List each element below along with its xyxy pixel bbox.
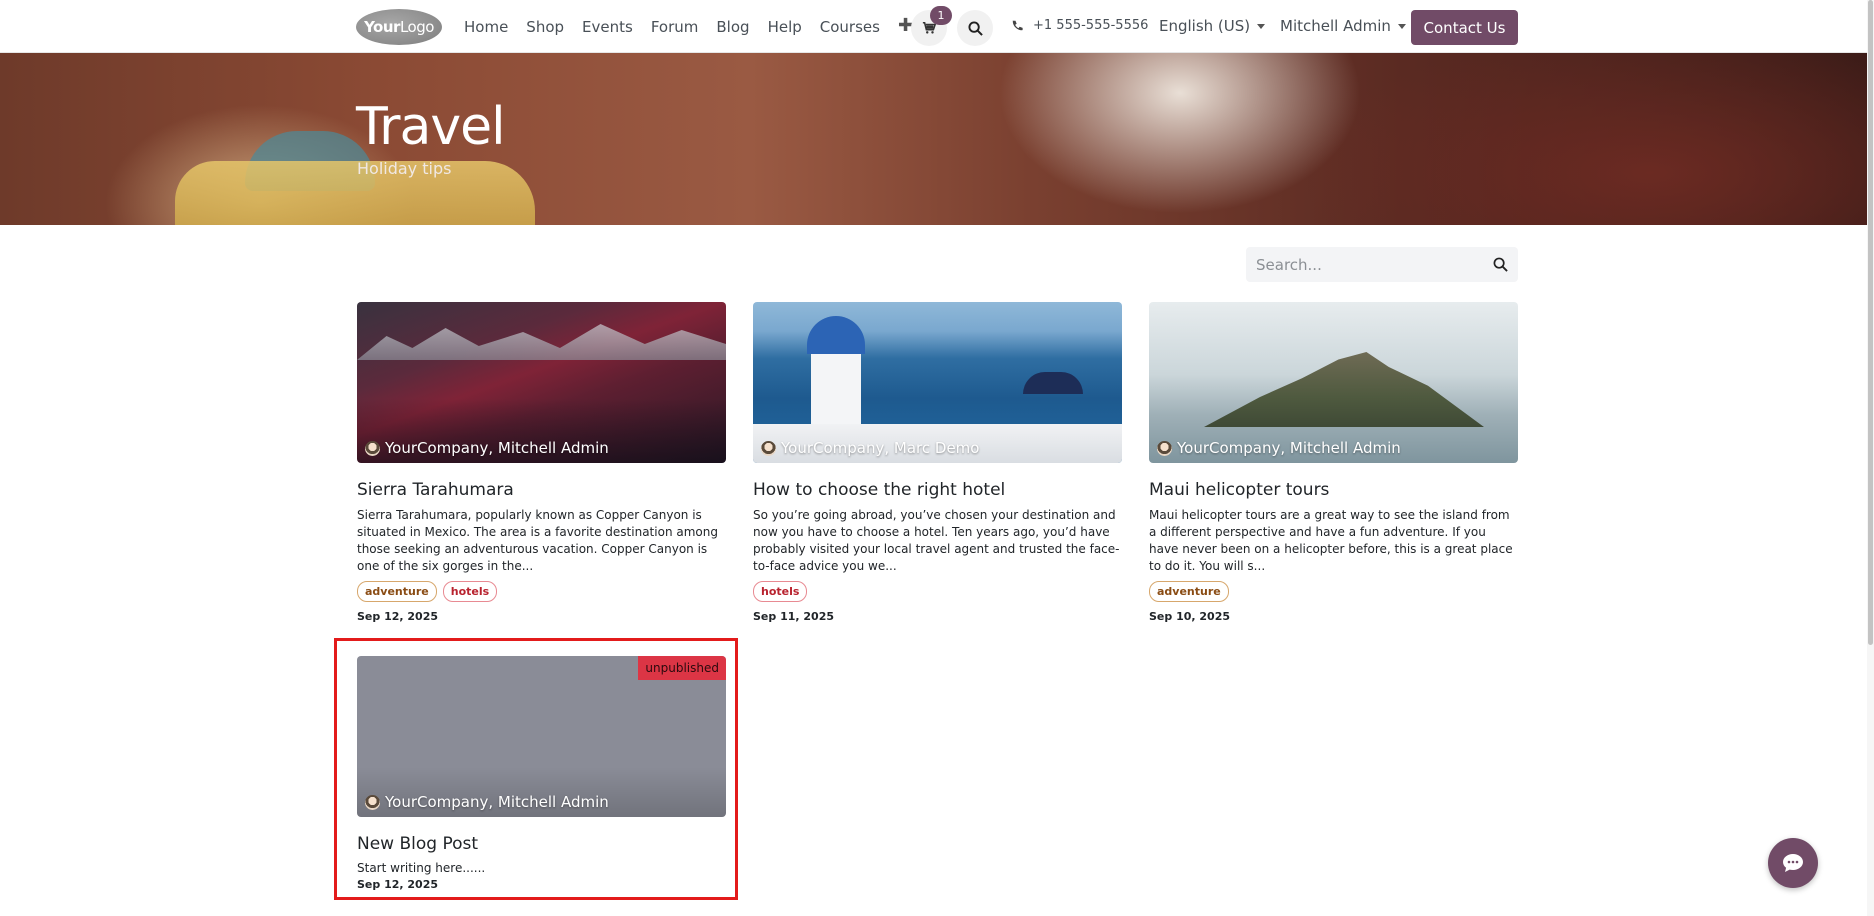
nav-events[interactable]: Events bbox=[582, 17, 633, 37]
page-scrollbar-thumb[interactable] bbox=[1868, 0, 1873, 645]
post-author: YourCompany, Mitchell Admin bbox=[365, 439, 609, 457]
chat-icon bbox=[1783, 854, 1803, 872]
post-excerpt: Start writing here...... bbox=[357, 861, 486, 875]
nav-home[interactable]: Home bbox=[464, 17, 508, 37]
chevron-down-icon bbox=[1397, 23, 1406, 29]
post-title[interactable]: Sierra Tarahumara bbox=[357, 480, 726, 500]
avatar bbox=[365, 440, 380, 456]
nav-courses[interactable]: Courses bbox=[820, 17, 880, 37]
post-cover-image[interactable]: YourCompany, Mitchell Admin bbox=[1149, 302, 1518, 463]
cover-decoration bbox=[357, 324, 726, 360]
tag-adventure[interactable]: adventure bbox=[1149, 581, 1229, 602]
post-cover-image[interactable]: YourCompany, Marc Demo bbox=[753, 302, 1122, 463]
post-author: YourCompany, Mitchell Admin bbox=[1157, 439, 1401, 457]
post-excerpt: So you’re going abroad, you’ve chosen yo… bbox=[753, 508, 1120, 573]
contact-us-button[interactable]: Contact Us bbox=[1411, 10, 1518, 45]
cart-count-badge: 1 bbox=[930, 6, 952, 25]
post-tags: adventure hotels bbox=[357, 581, 726, 602]
blog-post-card[interactable]: YourCompany, Mitchell Admin Sierra Tarah… bbox=[357, 302, 726, 623]
tag-hotels[interactable]: hotels bbox=[753, 581, 808, 602]
blog-post-card[interactable]: YourCompany, Mitchell Admin Maui helicop… bbox=[1149, 302, 1518, 623]
cover-decoration bbox=[1204, 352, 1484, 427]
main-nav: Home Shop Events Forum Blog Help Courses… bbox=[464, 17, 931, 37]
tag-adventure[interactable]: adventure bbox=[357, 581, 437, 602]
post-excerpt: Sierra Tarahumara, popularly known as Co… bbox=[357, 508, 718, 573]
live-chat-button[interactable] bbox=[1768, 838, 1818, 888]
chevron-down-icon bbox=[1257, 23, 1266, 29]
avatar bbox=[761, 440, 776, 456]
post-title[interactable]: How to choose the right hotel bbox=[753, 480, 1122, 500]
post-title[interactable]: New Blog Post bbox=[357, 834, 726, 854]
post-excerpt: Maui helicopter tours are a great way to… bbox=[1149, 508, 1513, 573]
site-logo[interactable]: YourLogo bbox=[356, 9, 442, 45]
user-menu[interactable]: Mitchell Admin bbox=[1280, 17, 1406, 35]
blog-post-card[interactable]: YourCompany, Marc Demo How to choose the… bbox=[753, 302, 1122, 623]
unpublished-badge: unpublished bbox=[638, 656, 726, 680]
post-tags: hotels bbox=[753, 581, 1122, 602]
post-cover-image[interactable]: YourCompany, Mitchell Admin bbox=[357, 302, 726, 463]
blog-search bbox=[1246, 247, 1518, 282]
nav-shop[interactable]: Shop bbox=[526, 17, 564, 37]
post-date: Sep 10, 2025 bbox=[1149, 610, 1231, 623]
post-author-name: YourCompany, Marc Demo bbox=[781, 439, 980, 457]
post-title[interactable]: Maui helicopter tours bbox=[1149, 480, 1518, 500]
header-search-button[interactable] bbox=[957, 10, 993, 46]
nav-help[interactable]: Help bbox=[768, 17, 802, 37]
tag-hotels[interactable]: hotels bbox=[442, 581, 498, 602]
blog-search-input[interactable] bbox=[1256, 255, 1493, 274]
avatar bbox=[1157, 440, 1172, 456]
search-icon[interactable] bbox=[1493, 257, 1508, 272]
blog-subtitle: Holiday tips bbox=[357, 159, 452, 178]
nav-blog[interactable]: Blog bbox=[716, 17, 749, 37]
cover-decoration bbox=[807, 316, 865, 354]
phone-link[interactable]: +1 555-555-5556 bbox=[1011, 18, 1148, 33]
post-author: YourCompany, Mitchell Admin bbox=[365, 793, 609, 811]
phone-icon bbox=[1012, 19, 1023, 30]
post-tags: adventure bbox=[1149, 581, 1518, 602]
post-date: Sep 12, 2025 bbox=[357, 610, 439, 623]
language-selector[interactable]: English (US) bbox=[1159, 17, 1266, 35]
post-author-name: YourCompany, Mitchell Admin bbox=[1177, 439, 1401, 457]
post-cover-image[interactable]: unpublished YourCompany, Mitchell Admin bbox=[357, 656, 726, 817]
post-author-name: YourCompany, Mitchell Admin bbox=[385, 793, 609, 811]
blog-hero-banner: Travel Holiday tips bbox=[0, 53, 1874, 225]
user-name: Mitchell Admin bbox=[1280, 17, 1391, 35]
language-label: English (US) bbox=[1159, 17, 1251, 35]
avatar bbox=[365, 794, 380, 810]
hero-image-decoration bbox=[175, 161, 535, 225]
post-date: Sep 11, 2025 bbox=[753, 610, 835, 623]
blog-post-card[interactable]: unpublished YourCompany, Mitchell Admin … bbox=[357, 656, 726, 891]
site-header: YourLogo Home Shop Events Forum Blog Hel… bbox=[0, 0, 1874, 53]
phone-number: +1 555-555-5556 bbox=[1033, 18, 1149, 33]
post-author: YourCompany, Marc Demo bbox=[761, 439, 979, 457]
blog-title: Travel bbox=[356, 97, 506, 157]
search-icon bbox=[967, 20, 983, 36]
cover-decoration bbox=[1023, 372, 1083, 394]
post-author-name: YourCompany, Mitchell Admin bbox=[385, 439, 609, 457]
post-date: Sep 12, 2025 bbox=[357, 878, 439, 891]
nav-forum[interactable]: Forum bbox=[651, 17, 699, 37]
